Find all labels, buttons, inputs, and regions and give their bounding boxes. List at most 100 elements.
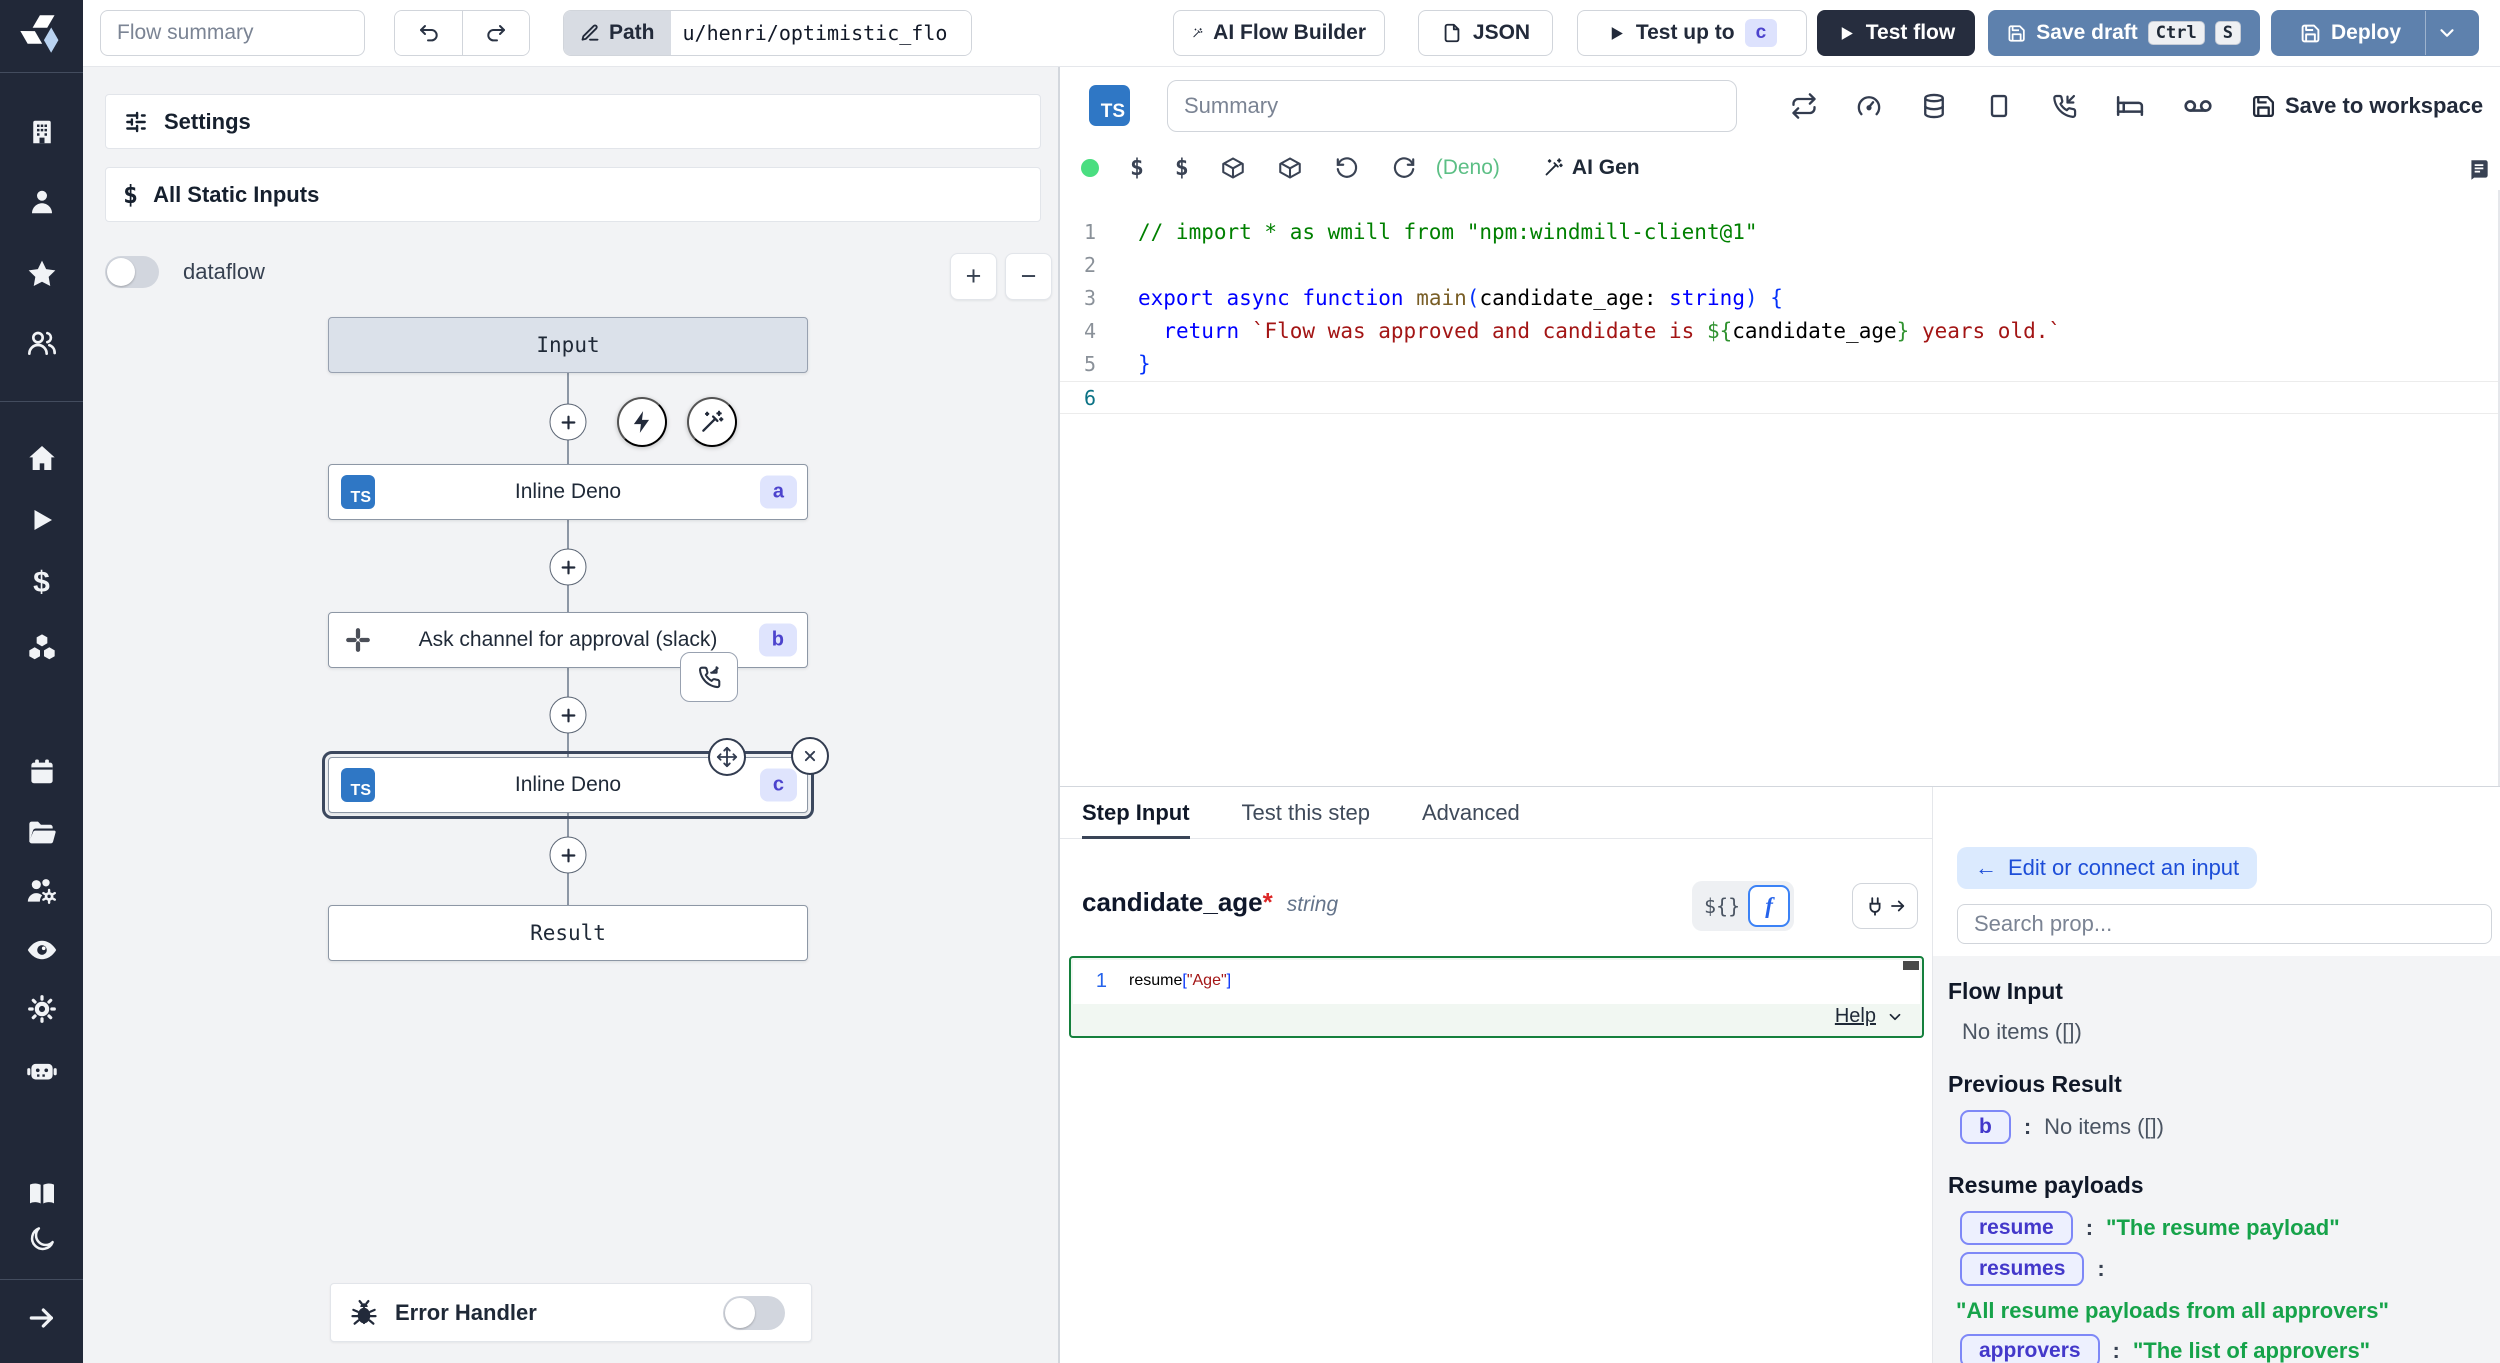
delete-step-button[interactable]: [791, 737, 829, 775]
windmill-logo-icon[interactable]: [19, 10, 65, 56]
tab-step-input[interactable]: Step Input: [1082, 787, 1190, 838]
tab-advanced[interactable]: Advanced: [1422, 787, 1520, 838]
test-up-to-button[interactable]: Test up to c: [1577, 10, 1807, 56]
search-prop-input[interactable]: [1957, 904, 2492, 944]
flow-summary-input[interactable]: [100, 10, 365, 56]
expression-code[interactable]: 1resume["Age"]: [1073, 960, 1920, 1004]
help-link[interactable]: Help: [1835, 1005, 1876, 1028]
suspend-phone-icon[interactable]: [2050, 92, 2078, 120]
dataflow-toggle[interactable]: [105, 256, 159, 288]
edit-or-connect-button[interactable]: ← Edit or connect an input: [1957, 847, 2257, 889]
mock-square-icon[interactable]: [1985, 92, 2013, 120]
code-line[interactable]: 6: [1060, 381, 2498, 414]
code-line[interactable]: 4 return `Flow was approved and candidat…: [1060, 315, 2498, 348]
save-to-workspace-button[interactable]: Save to workspace: [2251, 93, 2483, 119]
user-icon[interactable]: [27, 187, 57, 217]
redo-button[interactable]: [462, 11, 529, 55]
zoom-in-button[interactable]: +: [950, 253, 997, 300]
robot-icon[interactable]: [25, 1054, 59, 1088]
package-icon[interactable]: [1277, 155, 1303, 181]
refresh-icon[interactable]: [1391, 155, 1417, 181]
connect-input-panel: ← Edit or connect an input Flow Input No…: [1932, 787, 2500, 1363]
settings-row[interactable]: Settings: [105, 94, 1041, 149]
gear-icon[interactable]: [26, 993, 58, 1025]
sleep-bed-icon[interactable]: [2115, 91, 2145, 121]
eye-icon[interactable]: [25, 933, 59, 967]
expression-editor[interactable]: 1resume["Age"] Help: [1069, 956, 1924, 1038]
path-input[interactable]: [671, 11, 971, 55]
ai-wand-button[interactable]: [687, 397, 737, 447]
early-stop-gauge-icon[interactable]: [1855, 92, 1883, 120]
dollar-icon[interactable]: $: [33, 566, 50, 600]
vars-dollar-icon[interactable]: $: [1175, 155, 1189, 181]
building-icon[interactable]: [27, 117, 57, 147]
reset-history-icon[interactable]: [1334, 155, 1360, 181]
code-editor[interactable]: 1// import * as wmill from "npm:windmill…: [1060, 190, 2500, 786]
field-name: candidate_age*string: [1082, 887, 1338, 918]
flow-node-a[interactable]: TS Inline Deno a: [328, 464, 808, 520]
zoom-out-button[interactable]: −: [1005, 253, 1052, 300]
retries-repeat-icon[interactable]: [1790, 92, 1818, 120]
prop-badge-b[interactable]: b: [1960, 1110, 2011, 1144]
line-number: 3: [1060, 282, 1100, 315]
summary-input[interactable]: [1167, 80, 1737, 132]
all-static-inputs-row[interactable]: $ All Static Inputs: [105, 167, 1041, 222]
chevron-down-icon[interactable]: [1886, 1008, 1904, 1026]
users-icon[interactable]: [26, 327, 58, 359]
code-line[interactable]: 5}: [1060, 348, 2498, 381]
code-line[interactable]: 1// import * as wmill from "npm:windmill…: [1060, 216, 2498, 249]
flow-node-input[interactable]: Input: [328, 317, 808, 373]
ai-gen-button[interactable]: AI Gen: [1543, 156, 1640, 180]
star-icon[interactable]: [26, 258, 58, 290]
boxes-icon[interactable]: [26, 631, 58, 663]
prop-badge-resumes[interactable]: resumes: [1960, 1252, 2084, 1286]
dollar-icon: $: [123, 180, 138, 209]
node-label: Inline Deno: [329, 480, 807, 504]
book-icon[interactable]: [26, 1178, 58, 1210]
connect-input-plug-button[interactable]: [1852, 883, 1918, 929]
arrow-right-icon[interactable]: [26, 1302, 58, 1334]
prop-badge-resume[interactable]: resume: [1960, 1211, 2073, 1245]
home-icon[interactable]: [26, 442, 58, 474]
test-flow-button[interactable]: Test flow: [1817, 10, 1975, 56]
line-number: 5: [1060, 348, 1100, 381]
template-mode-toggle[interactable]: ${}: [1704, 894, 1740, 918]
editor-toolbar: $ $ (Deno) AI Gen: [1060, 145, 2500, 190]
add-step-button[interactable]: [550, 404, 587, 441]
tab-test-this-step[interactable]: Test this step: [1242, 787, 1370, 838]
wand-icon: [1543, 157, 1564, 178]
flow-panel: Settings $ All Static Inputs dataflow + …: [83, 67, 1060, 1363]
prop-badge-approvers[interactable]: approvers: [1960, 1334, 2100, 1363]
deploy-button[interactable]: Deploy: [2271, 10, 2479, 56]
moon-icon[interactable]: [27, 1224, 57, 1254]
cache-database-icon[interactable]: [1920, 92, 1948, 120]
play-icon[interactable]: [27, 505, 57, 535]
code-line[interactable]: 2: [1060, 249, 2498, 282]
move-step-button[interactable]: [708, 738, 746, 776]
save-draft-button[interactable]: Save draft Ctrl S: [1988, 10, 2260, 56]
add-step-button[interactable]: [550, 837, 587, 874]
error-handler-toggle[interactable]: [723, 1296, 785, 1330]
users-gear-icon[interactable]: [25, 874, 59, 908]
trigger-bolt-button[interactable]: [617, 397, 667, 447]
assets-dollar-icon[interactable]: $: [1130, 155, 1144, 181]
code-line[interactable]: 1resume["Age"]: [1073, 960, 1920, 1002]
json-button[interactable]: JSON: [1418, 10, 1553, 56]
package-icon[interactable]: [1220, 155, 1246, 181]
ai-flow-builder-button[interactable]: AI Flow Builder: [1173, 10, 1385, 56]
javascript-fx-toggle[interactable]: f: [1748, 885, 1790, 927]
undo-button[interactable]: [395, 11, 462, 55]
library-book-icon[interactable]: [2466, 157, 2492, 183]
add-step-button[interactable]: [550, 697, 587, 734]
language-badge[interactable]: (Deno): [1436, 156, 1500, 180]
flow-node-result[interactable]: Result: [328, 905, 808, 961]
error-handler-row[interactable]: Error Handler: [330, 1283, 812, 1342]
folder-open-icon[interactable]: [26, 816, 58, 848]
calendar-icon[interactable]: [27, 757, 57, 787]
lifetime-voicemail-icon[interactable]: [2182, 90, 2214, 122]
add-step-button[interactable]: [550, 549, 587, 586]
code-line[interactable]: 3export async function main(candidate_ag…: [1060, 282, 2498, 315]
chevron-down-icon[interactable]: [2436, 22, 2458, 44]
path-chip[interactable]: Path: [564, 11, 671, 55]
suspend-approval-chip[interactable]: [680, 652, 738, 702]
